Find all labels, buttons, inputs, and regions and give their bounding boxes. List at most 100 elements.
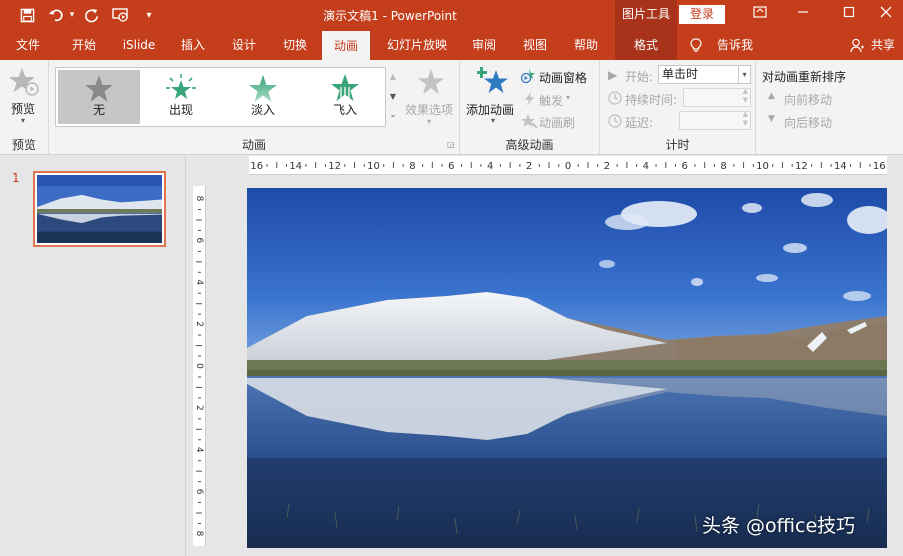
slide-thumbnail[interactable] — [33, 171, 166, 247]
duration-clock-icon — [608, 91, 622, 105]
login-button[interactable]: 登录 — [679, 5, 725, 24]
tell-me-search[interactable]: 告诉我 — [710, 30, 760, 60]
animation-fly-in-label: 飞入 — [332, 103, 357, 117]
animation-pane-label: 动画窗格 — [539, 71, 588, 85]
ruler-h-label: 16 — [250, 161, 263, 172]
minimize-icon[interactable] — [783, 0, 823, 30]
animation-group-label: 动画 — [241, 138, 266, 152]
ruler-h-tick — [315, 162, 317, 168]
preview-star-icon — [9, 68, 39, 96]
animation-pane-button[interactable]: 动画窗格 — [520, 68, 596, 86]
tab-help[interactable]: 帮助 — [565, 30, 607, 60]
start-from-beginning-icon[interactable] — [108, 0, 134, 30]
effect-options-button[interactable]: 效果选项 ▾ — [405, 68, 457, 133]
ruler-h-tick — [830, 164, 832, 167]
animation-fade[interactable]: 淡入 — [222, 70, 304, 124]
horizontal-ruler-ticks: 16 14 12 10 8 6 4 2 0 2 4 6 8 10 12 14 16 — [250, 161, 885, 172]
slide-number: 1 — [12, 171, 20, 185]
start-dropdown-icon[interactable]: ▾ — [738, 65, 750, 84]
gallery-scroll[interactable]: ▲ ▼ ⌄ — [385, 67, 400, 127]
tab-animations[interactable]: 动画 — [322, 31, 370, 60]
maximize-icon[interactable] — [829, 0, 869, 30]
ruler-h-label: 14 — [834, 161, 847, 172]
ruler-v-label: 8 — [194, 531, 204, 537]
undo-dropdown-icon[interactable]: ▾ — [67, 0, 77, 30]
animation-appear[interactable]: 出现 — [140, 70, 222, 124]
ruler-h-label: 2 — [526, 161, 532, 172]
customize-qat-icon[interactable]: ▾ — [141, 0, 157, 30]
ruler-h-tick — [422, 164, 424, 167]
slide-canvas[interactable] — [247, 188, 887, 548]
vertical-ruler: 8 6 4 2 0 2 4 6 8 — [193, 186, 206, 546]
trigger-label: 触发 — [539, 94, 564, 108]
start-select[interactable]: 单击时 ▾ — [658, 65, 751, 84]
tab-home[interactable]: 开始 — [62, 30, 106, 60]
gallery-up-icon[interactable]: ▲ — [386, 67, 400, 87]
effect-options-star-icon — [417, 68, 445, 95]
ruler-h-label: 0 — [565, 161, 571, 172]
ruler-h-tick — [655, 164, 657, 167]
ruler-v-label: 6 — [194, 238, 204, 244]
tab-view[interactable]: 视图 — [514, 30, 556, 60]
title-bar: ▾ ▾ 演示文稿1 - PowerPoint 图片工具 登录 — [0, 0, 903, 30]
ruler-h-tick — [587, 162, 589, 168]
undo-icon[interactable] — [46, 0, 68, 30]
animation-fly-in[interactable]: 飞入 — [304, 70, 386, 124]
ruler-h-tick — [636, 164, 638, 167]
share-button[interactable]: 共享 — [866, 30, 900, 60]
add-animation-button[interactable]: 添加动画 ▾ — [465, 66, 523, 130]
gallery-down-icon[interactable]: ▼ — [386, 87, 400, 107]
animation-dialog-launcher-icon[interactable]: ◲ — [447, 140, 455, 149]
ruler-h-label: 2 — [604, 161, 610, 172]
animation-painter-icon — [522, 114, 538, 129]
ruler-h-tick — [266, 164, 268, 167]
person-icon[interactable] — [848, 30, 866, 60]
ruler-h-tick — [441, 164, 443, 167]
duration-input: ▲ ▼ — [683, 87, 751, 107]
watermark: 头条 @office技巧 — [702, 515, 856, 537]
tab-islide[interactable]: iSlide — [116, 30, 162, 60]
ruler-h-tick — [558, 164, 560, 167]
ruler-h-tick — [276, 162, 278, 168]
slides-pane: 1 — [0, 155, 186, 556]
tab-review[interactable]: 审阅 — [463, 30, 505, 60]
timing-group: ▶ 开始: 单击时 ▾ 持续时间: ▲ ▼ 延迟: ▲ ▼ 计时 — [600, 60, 756, 155]
ruler-h-tick — [548, 162, 550, 168]
ruler-v-tick — [198, 397, 201, 399]
tab-transitions[interactable]: 切换 — [274, 30, 316, 60]
lightning-icon — [525, 92, 534, 106]
landscape-picture[interactable] — [247, 188, 887, 548]
ruler-v-tick — [198, 522, 201, 524]
timing-group-label: 计时 — [665, 138, 690, 152]
ruler-v-tick — [198, 229, 201, 231]
gallery-more-icon[interactable]: ⌄ — [386, 107, 400, 125]
tab-design[interactable]: 设计 — [223, 30, 265, 60]
ruler-h-tick — [820, 162, 822, 168]
reorder-section: 对动画重新排序 ▲ 向前移动 ▼ 向后移动 — [756, 60, 903, 155]
save-icon[interactable] — [14, 0, 40, 30]
redo-icon[interactable] — [80, 0, 102, 30]
ribbon-display-options-icon[interactable] — [740, 0, 780, 30]
ruler-v-tick — [198, 376, 201, 378]
advanced-animation-group: 添加动画 ▾ 动画窗格 触发 ▾ 动画刷 高级动画 — [460, 60, 600, 155]
effect-options-label: 效果选项 — [405, 103, 454, 117]
preview-dropdown-icon[interactable]: ▾ — [21, 116, 25, 125]
ruler-v-tick — [198, 250, 201, 252]
move-earlier-icon: ▲ — [768, 91, 775, 101]
tab-slideshow[interactable]: 幻灯片放映 — [377, 30, 457, 60]
ruler-v-tick — [198, 481, 201, 483]
preview-button[interactable]: 预览 ▾ — [8, 66, 42, 126]
ruler-h-label: 6 — [682, 161, 688, 172]
ruler-h-tick — [305, 164, 307, 167]
ribbon-tab-bar: 文件 开始 iSlide 插入 设计 切换 动画 幻灯片放映 审阅 视图 帮助 … — [0, 30, 903, 60]
lightbulb-icon[interactable] — [686, 30, 706, 60]
tab-format[interactable]: 格式 — [615, 30, 677, 60]
tab-insert[interactable]: 插入 — [172, 30, 214, 60]
tab-file[interactable]: 文件 — [8, 30, 48, 60]
move-later-label: 向后移动 — [784, 116, 833, 130]
animation-none[interactable]: 无 — [58, 70, 140, 124]
animation-group: 无 出现 淡入 飞入 ▲ ▼ ⌄ 效果选项 ▾ 动画 ◲ — [49, 60, 460, 155]
close-icon[interactable] — [866, 0, 903, 30]
start-select-value: 单击时 — [662, 67, 699, 81]
ruler-h-label: 12 — [328, 161, 341, 172]
